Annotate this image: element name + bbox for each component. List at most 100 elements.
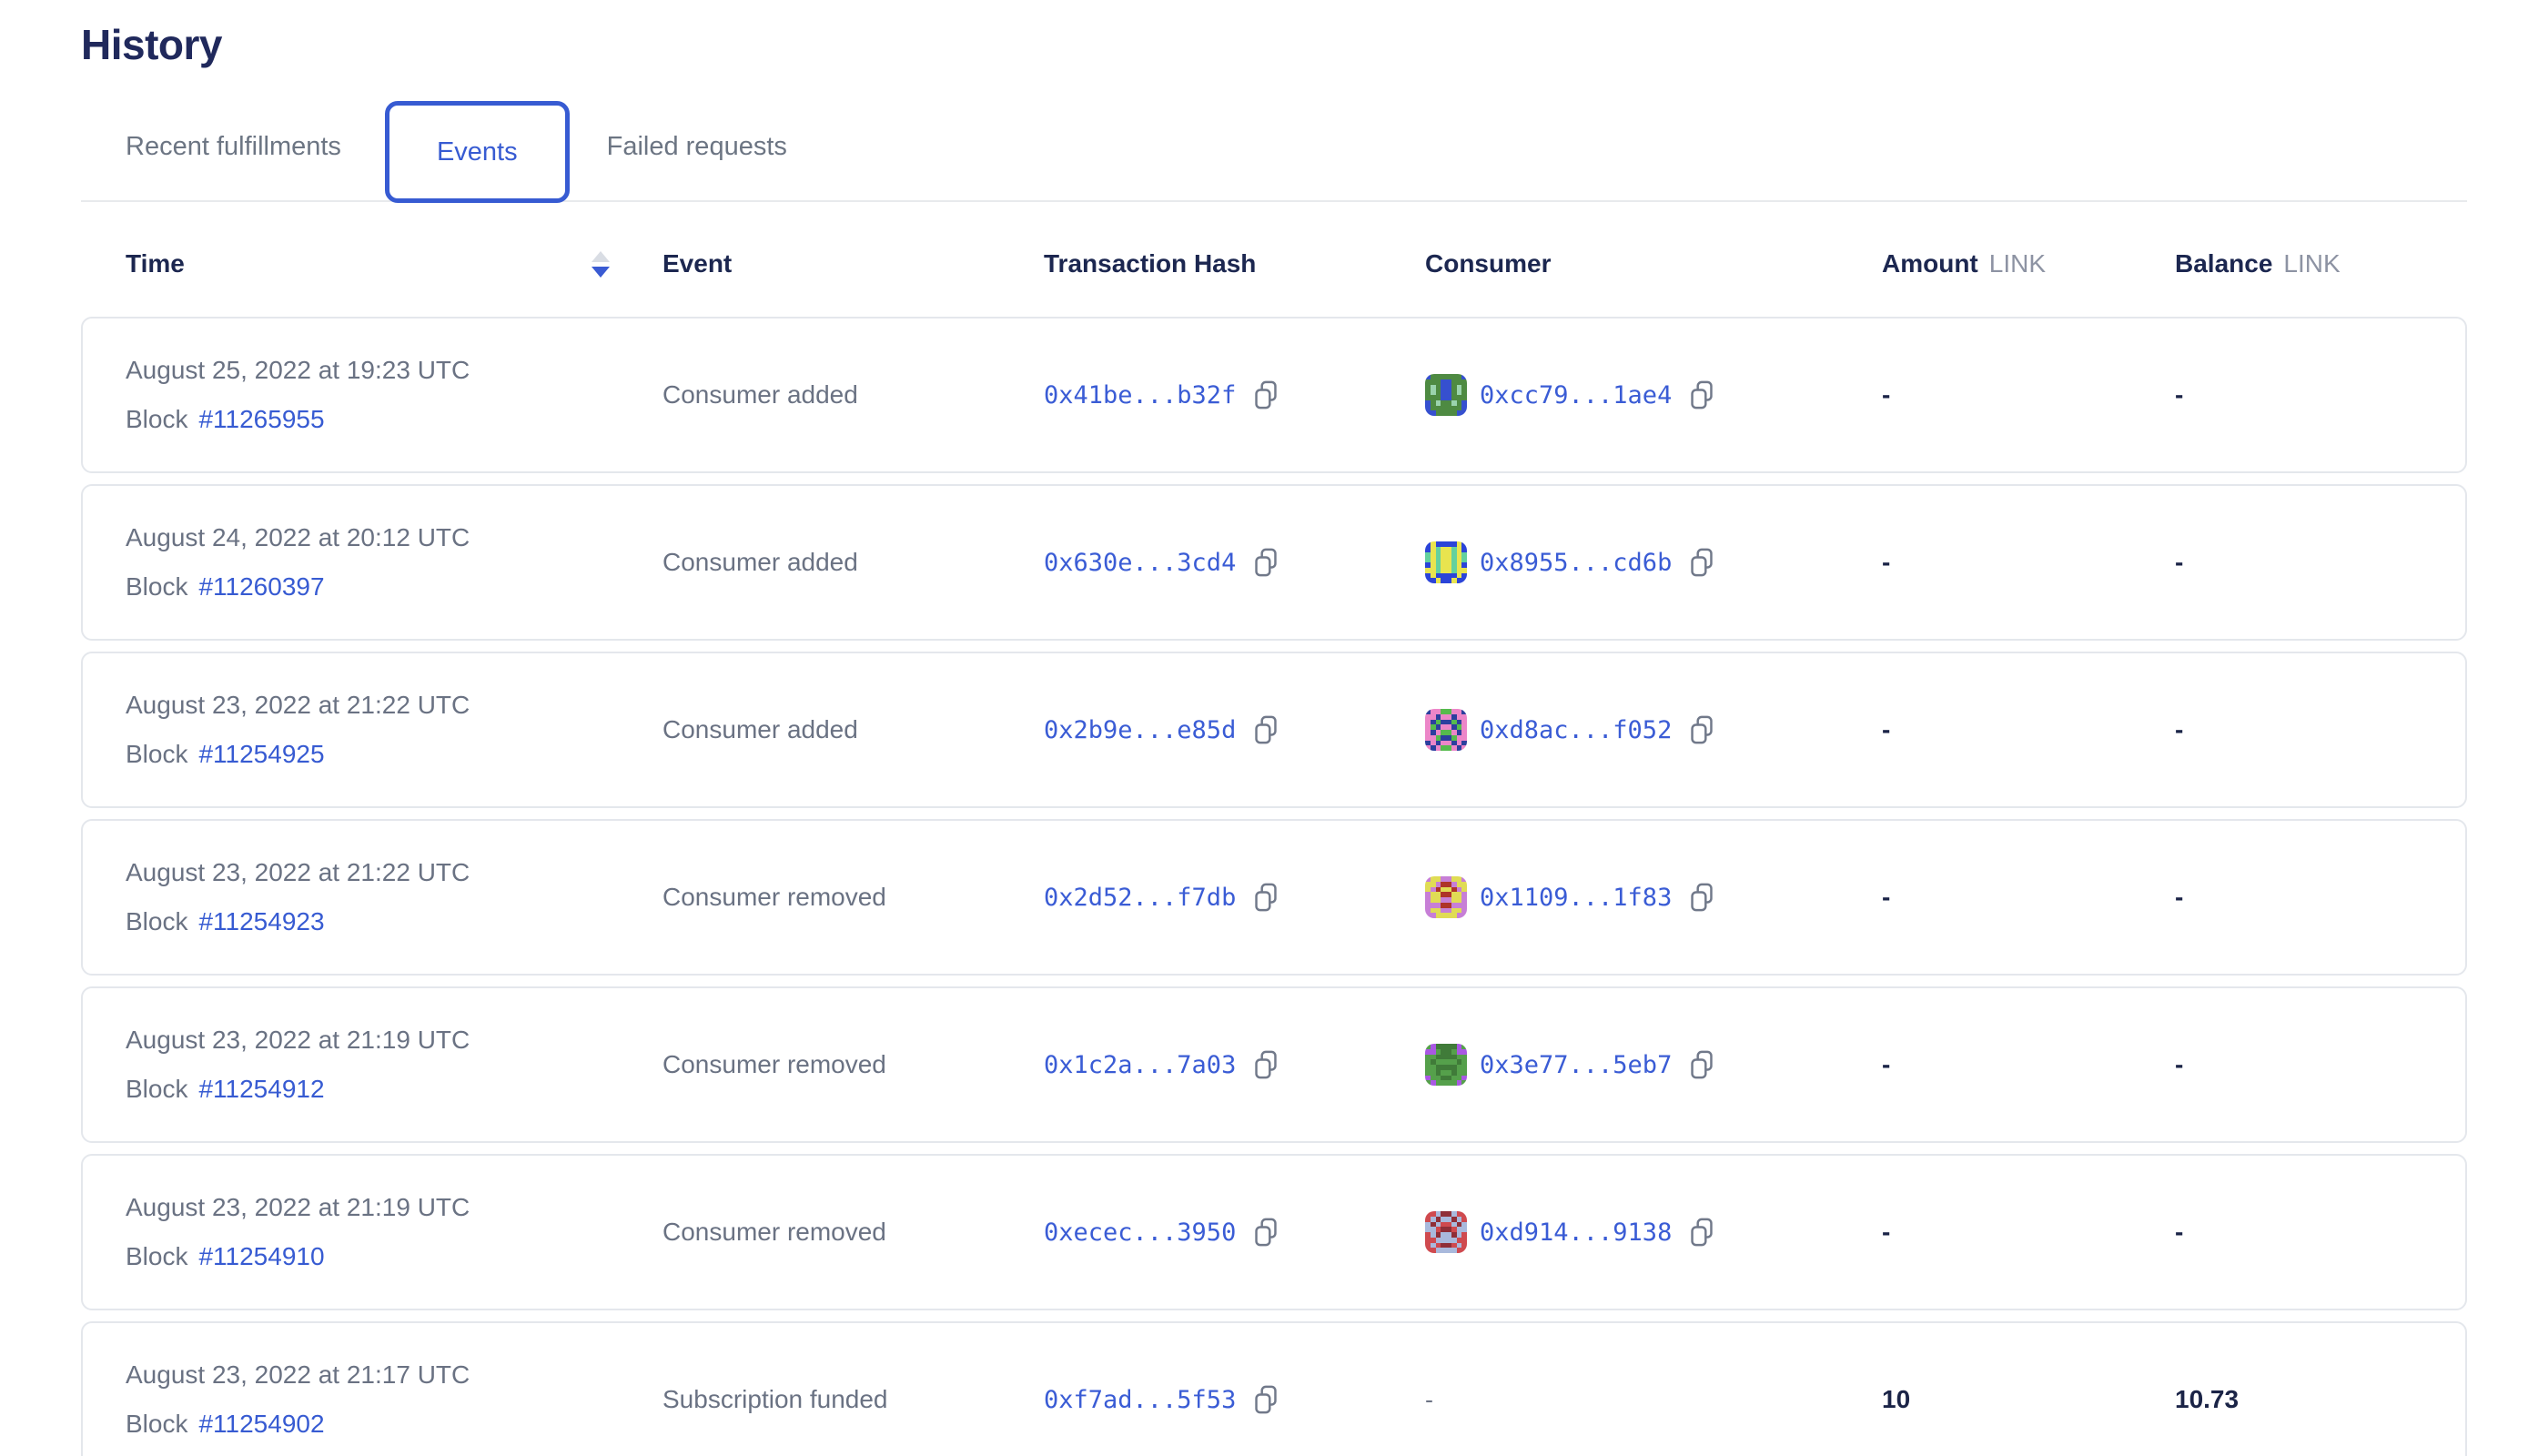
copy-icon[interactable] — [1252, 1050, 1279, 1079]
event-cell: Consumer removed — [662, 883, 1044, 912]
amount-value: - — [1882, 1218, 1890, 1247]
consumer-address-link[interactable]: 0x8955...cd6b — [1480, 549, 1672, 577]
copy-icon[interactable] — [1252, 380, 1279, 410]
tx-hash-link[interactable]: 0x1c2a...7a03 — [1044, 1051, 1236, 1079]
transaction-hash-cell: 0xecec...3950 — [1044, 1218, 1425, 1247]
column-header-balance: Balance LINK — [2175, 249, 2467, 278]
tx-hash-link[interactable]: 0xecec...3950 — [1044, 1218, 1236, 1247]
history-page: History Recent fulfillments Events Faile… — [0, 0, 2528, 1456]
consumer-address-link[interactable]: - — [1425, 1386, 1433, 1414]
block-line: Block #11254912 — [126, 1075, 325, 1104]
table-row: August 25, 2022 at 19:23 UTC Block #1126… — [81, 317, 2467, 473]
block-number-link[interactable]: #11260397 — [198, 572, 324, 602]
event-time: August 23, 2022 at 21:17 UTC — [126, 1360, 470, 1390]
event-type: Consumer removed — [662, 1218, 886, 1247]
consumer-address-link[interactable]: 0x1109...1f83 — [1480, 884, 1672, 912]
block-line: Block #11254902 — [126, 1410, 325, 1439]
copy-icon[interactable] — [1252, 548, 1279, 577]
consumer-cell: 0x3e77...5eb7 — [1425, 1044, 1882, 1086]
table-row: August 23, 2022 at 21:17 UTC Block #1125… — [81, 1321, 2467, 1456]
block-number-link[interactable]: #11254912 — [198, 1075, 324, 1104]
block-line: Block #11254923 — [126, 907, 325, 936]
history-tabs: Recent fulfillments Events Failed reques… — [81, 93, 2467, 202]
copy-icon[interactable] — [1688, 380, 1715, 410]
sort-desc-icon — [592, 267, 610, 278]
time-cell: August 23, 2022 at 21:17 UTC Block #1125… — [126, 1360, 662, 1439]
amount-cell: - — [1882, 1050, 2175, 1079]
event-time: August 23, 2022 at 21:19 UTC — [126, 1193, 470, 1222]
event-cell: Consumer added — [662, 548, 1044, 577]
consumer-cell: 0xd914...9138 — [1425, 1211, 1882, 1253]
balance-cell: 10.73 — [2175, 1385, 2465, 1414]
balance-value: - — [2175, 1218, 2183, 1247]
copy-icon[interactable] — [1252, 1218, 1279, 1247]
tx-hash-link[interactable]: 0xf7ad...5f53 — [1044, 1386, 1236, 1414]
amount-cell: - — [1882, 548, 2175, 577]
block-number-link[interactable]: #11254925 — [198, 740, 324, 769]
amount-cell: - — [1882, 380, 2175, 410]
block-number-link[interactable]: #11254902 — [198, 1410, 324, 1439]
copy-icon[interactable] — [1252, 883, 1279, 912]
amount-value: 10 — [1882, 1385, 1910, 1414]
tx-hash-link[interactable]: 0x630e...3cd4 — [1044, 549, 1236, 577]
event-cell: Consumer added — [662, 715, 1044, 744]
copy-icon[interactable] — [1688, 883, 1715, 912]
event-type: Consumer added — [662, 380, 858, 410]
tx-hash-link[interactable]: 0x41be...b32f — [1044, 381, 1236, 410]
balance-value: 10.73 — [2175, 1385, 2239, 1414]
table-header-row: Time Event Transaction Hash Consumer Amo… — [81, 235, 2467, 293]
block-number-link[interactable]: #11254910 — [198, 1242, 324, 1271]
block-label: Block — [126, 1410, 187, 1439]
consumer-address-link[interactable]: 0xd914...9138 — [1480, 1218, 1672, 1247]
table-row: August 23, 2022 at 21:22 UTC Block #1125… — [81, 652, 2467, 808]
transaction-hash-cell: 0x2b9e...e85d — [1044, 715, 1425, 744]
balance-cell: - — [2175, 1050, 2465, 1079]
transaction-hash-cell: 0xf7ad...5f53 — [1044, 1385, 1425, 1414]
consumer-cell: 0x1109...1f83 — [1425, 876, 1882, 918]
event-time: August 24, 2022 at 20:12 UTC — [126, 523, 470, 552]
consumer-address-link[interactable]: 0xcc79...1ae4 — [1480, 381, 1672, 410]
table-row: August 24, 2022 at 20:12 UTC Block #1126… — [81, 484, 2467, 641]
transaction-hash-cell: 0x630e...3cd4 — [1044, 548, 1425, 577]
copy-icon[interactable] — [1688, 1050, 1715, 1079]
copy-icon[interactable] — [1252, 715, 1279, 744]
column-header-time[interactable]: Time — [126, 249, 662, 278]
block-number-link[interactable]: #11265955 — [198, 405, 324, 434]
balance-value: - — [2175, 1050, 2183, 1079]
copy-icon[interactable] — [1688, 715, 1715, 744]
tab-events[interactable]: Events — [385, 101, 570, 203]
block-label: Block — [126, 1242, 187, 1271]
amount-cell: - — [1882, 715, 2175, 744]
transaction-hash-cell: 0x2d52...f7db — [1044, 883, 1425, 912]
consumer-avatar — [1425, 374, 1467, 416]
time-header-label: Time — [126, 249, 185, 278]
block-label: Block — [126, 907, 187, 936]
sort-asc-icon — [592, 251, 610, 262]
consumer-avatar — [1425, 1211, 1467, 1253]
consumer-cell: - — [1425, 1386, 1882, 1414]
copy-icon[interactable] — [1688, 548, 1715, 577]
copy-icon[interactable] — [1688, 1218, 1715, 1247]
time-cell: August 23, 2022 at 21:19 UTC Block #1125… — [126, 1026, 662, 1104]
tx-hash-link[interactable]: 0x2b9e...e85d — [1044, 716, 1236, 744]
block-line: Block #11265955 — [126, 405, 325, 434]
tx-hash-link[interactable]: 0x2d52...f7db — [1044, 884, 1236, 912]
amount-value: - — [1882, 548, 1890, 577]
event-cell: Consumer removed — [662, 1050, 1044, 1079]
copy-icon[interactable] — [1252, 1385, 1279, 1414]
event-type: Consumer added — [662, 715, 858, 744]
amount-value: - — [1882, 715, 1890, 744]
tab-failed-requests[interactable]: Failed requests — [607, 132, 787, 162]
block-label: Block — [126, 405, 187, 434]
consumer-address-link[interactable]: 0x3e77...5eb7 — [1480, 1051, 1672, 1079]
balance-value: - — [2175, 715, 2183, 744]
block-line: Block #11254910 — [126, 1242, 325, 1271]
time-cell: August 23, 2022 at 21:22 UTC Block #1125… — [126, 858, 662, 936]
column-header-consumer: Consumer — [1425, 249, 1882, 278]
sort-arrows-icon — [592, 251, 610, 278]
event-type: Consumer added — [662, 548, 858, 577]
consumer-address-link[interactable]: 0xd8ac...f052 — [1480, 716, 1672, 744]
block-number-link[interactable]: #11254923 — [198, 907, 324, 936]
tab-recent-fulfillments[interactable]: Recent fulfillments — [126, 132, 341, 162]
balance-cell: - — [2175, 548, 2465, 577]
